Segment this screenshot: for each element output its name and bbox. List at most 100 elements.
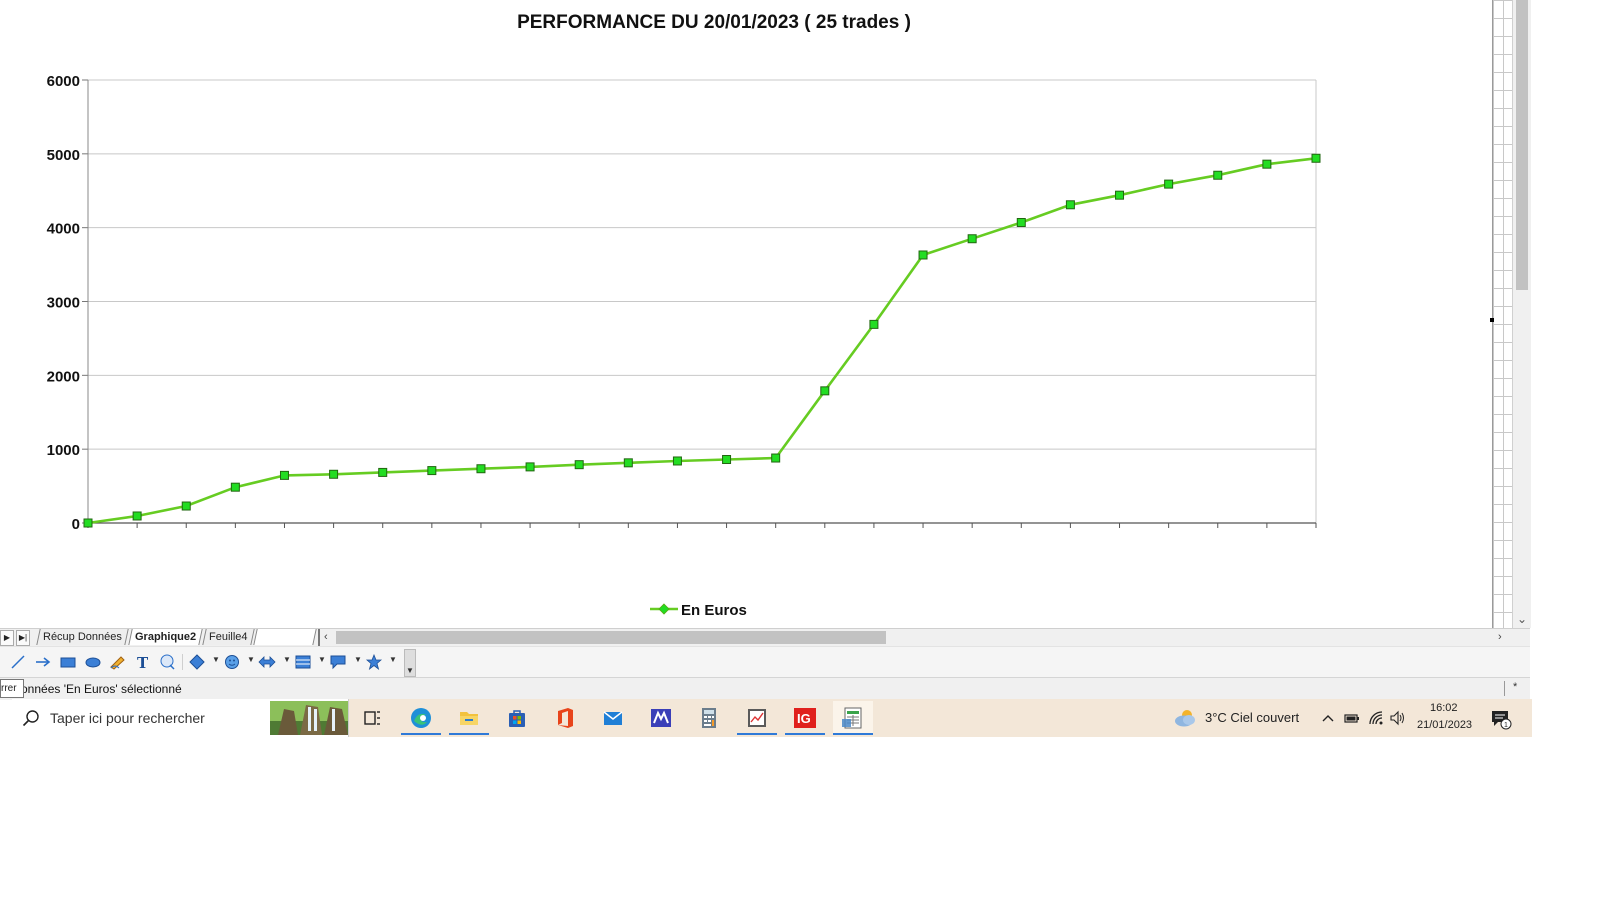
clock-time[interactable]: 16:02 <box>1430 702 1458 714</box>
clock-date[interactable]: 21/01/2023 <box>1417 719 1472 731</box>
chevron-down-icon[interactable]: ▼ <box>283 655 291 664</box>
horizontal-scroll-thumb[interactable] <box>336 631 886 644</box>
next-sheet-icon[interactable]: ▶ <box>0 630 14 646</box>
weather-cloud-icon[interactable] <box>1172 708 1198 728</box>
basic-shapes-icon[interactable] <box>188 654 206 670</box>
data-point[interactable] <box>427 466 437 476</box>
running-indicator <box>449 733 489 735</box>
legend: En Euros <box>650 602 747 619</box>
data-point[interactable] <box>1115 190 1125 200</box>
notification-icon[interactable]: 1 <box>1490 708 1512 730</box>
vertical-scroll-thumb[interactable] <box>1516 0 1528 290</box>
data-point[interactable] <box>1016 217 1026 227</box>
horizontal-scrollbar[interactable]: ‹ › <box>322 630 1512 645</box>
tab-recup-donnees[interactable]: Récup Données <box>36 629 129 645</box>
block-arrows-icon[interactable] <box>258 654 276 670</box>
y-tick-label: 0 <box>72 516 80 533</box>
data-point[interactable] <box>378 467 388 477</box>
chevron-down-icon[interactable]: ▼ <box>354 655 362 664</box>
data-point[interactable] <box>918 250 928 260</box>
data-point[interactable] <box>1262 159 1272 169</box>
data-point[interactable] <box>869 319 879 329</box>
chevron-down-icon[interactable]: ▼ <box>389 655 397 664</box>
chart-app-icon[interactable] <box>737 701 777 735</box>
status-text: onnées 'En Euros' sélectionné <box>21 682 182 696</box>
data-point[interactable] <box>771 453 781 463</box>
volume-icon[interactable] <box>1390 710 1406 726</box>
data-point[interactable] <box>230 482 240 492</box>
tab-graphique2[interactable]: Graphique2 <box>128 629 203 645</box>
running-indicator <box>737 733 777 735</box>
scroll-left-icon[interactable]: ‹ <box>324 630 334 645</box>
gridlines <box>88 79 1317 523</box>
stars-icon[interactable] <box>365 654 383 670</box>
store-icon[interactable] <box>497 701 537 735</box>
new-sheet-area[interactable] <box>253 629 317 645</box>
chevron-down-icon[interactable]: ▼ <box>212 655 220 664</box>
chevron-down-icon[interactable]: ▼ <box>247 655 255 664</box>
data-point[interactable] <box>1065 200 1075 210</box>
data-point[interactable] <box>476 464 486 474</box>
weather-text[interactable]: 3°C Ciel couvert <box>1205 710 1299 725</box>
data-point[interactable] <box>132 511 142 521</box>
scroll-right-icon[interactable]: › <box>1498 630 1508 645</box>
data-point[interactable] <box>672 456 682 466</box>
selection-handle[interactable] <box>1490 318 1494 322</box>
legend-marker <box>658 603 670 615</box>
toolbar-overflow-icon[interactable]: ▼ <box>404 649 416 677</box>
data-point[interactable] <box>1164 179 1174 189</box>
line-icon[interactable] <box>9 654 27 670</box>
app-m-icon[interactable] <box>641 701 681 735</box>
task-view-icon[interactable] <box>352 701 392 735</box>
last-sheet-icon[interactable]: ▶| <box>16 630 30 646</box>
vertical-scrollbar[interactable]: ⌄ <box>1512 0 1531 628</box>
edge-icon[interactable] <box>401 701 441 735</box>
data-point[interactable] <box>329 469 339 479</box>
data-point[interactable] <box>525 462 535 472</box>
chart-area[interactable]: PERFORMANCE DU 20/01/2023 ( 25 trades ) … <box>0 0 1492 628</box>
line-chart[interactable]: PERFORMANCE DU 20/01/2023 ( 25 trades ) … <box>0 0 1492 628</box>
y-tick-label: 1000 <box>47 442 80 459</box>
spreadsheet-icon[interactable] <box>833 701 873 735</box>
y-tick-labels: 0 1000 2000 3000 4000 5000 6000 <box>47 73 80 533</box>
data-point[interactable] <box>820 386 830 396</box>
ellipse-icon[interactable] <box>84 654 102 670</box>
flowchart-icon[interactable] <box>294 654 312 670</box>
y-tick-label: 5000 <box>47 147 80 164</box>
y-tick-label: 2000 <box>47 368 80 385</box>
data-point[interactable] <box>1311 153 1321 163</box>
rectangle-icon[interactable] <box>59 654 77 670</box>
data-point[interactable] <box>623 458 633 468</box>
document-modified-indicator[interactable]: * <box>1513 681 1517 693</box>
taskbar-search-box[interactable]: Taper ici pour rechercher <box>12 699 349 737</box>
svg-text:T: T <box>137 654 149 670</box>
arrow-icon[interactable] <box>34 654 52 670</box>
chevron-up-icon[interactable] <box>1320 710 1336 726</box>
data-point[interactable] <box>181 501 191 511</box>
status-bar: onnées 'En Euros' sélectionné rrer * <box>0 677 1530 700</box>
ig-icon[interactable]: IG <box>785 701 825 735</box>
tab-splitter[interactable] <box>318 629 320 646</box>
search-placeholder: Taper ici pour rechercher <box>50 710 205 726</box>
data-point[interactable] <box>722 455 732 465</box>
file-explorer-icon[interactable] <box>449 701 489 735</box>
callout-text-icon[interactable] <box>158 654 176 670</box>
data-point[interactable] <box>279 470 289 480</box>
freeform-icon[interactable] <box>109 654 127 670</box>
toolbar-separator <box>182 654 183 670</box>
callouts-icon[interactable] <box>329 654 347 670</box>
mail-icon[interactable] <box>593 701 633 735</box>
data-point[interactable] <box>574 460 584 470</box>
chevron-down-icon[interactable]: ▼ <box>318 655 326 664</box>
data-point[interactable] <box>967 234 977 244</box>
data-point[interactable] <box>1213 170 1223 180</box>
battery-icon[interactable] <box>1344 710 1360 726</box>
data-point[interactable] <box>83 518 93 528</box>
symbol-shapes-icon[interactable] <box>223 654 241 670</box>
wifi-icon[interactable] <box>1368 710 1384 726</box>
text-icon[interactable]: T <box>134 654 152 670</box>
calculator-icon[interactable] <box>689 701 729 735</box>
tab-feuille4[interactable]: Feuille4 <box>202 629 255 645</box>
scroll-down-icon[interactable]: ⌄ <box>1514 612 1530 626</box>
office-icon[interactable] <box>545 701 585 735</box>
